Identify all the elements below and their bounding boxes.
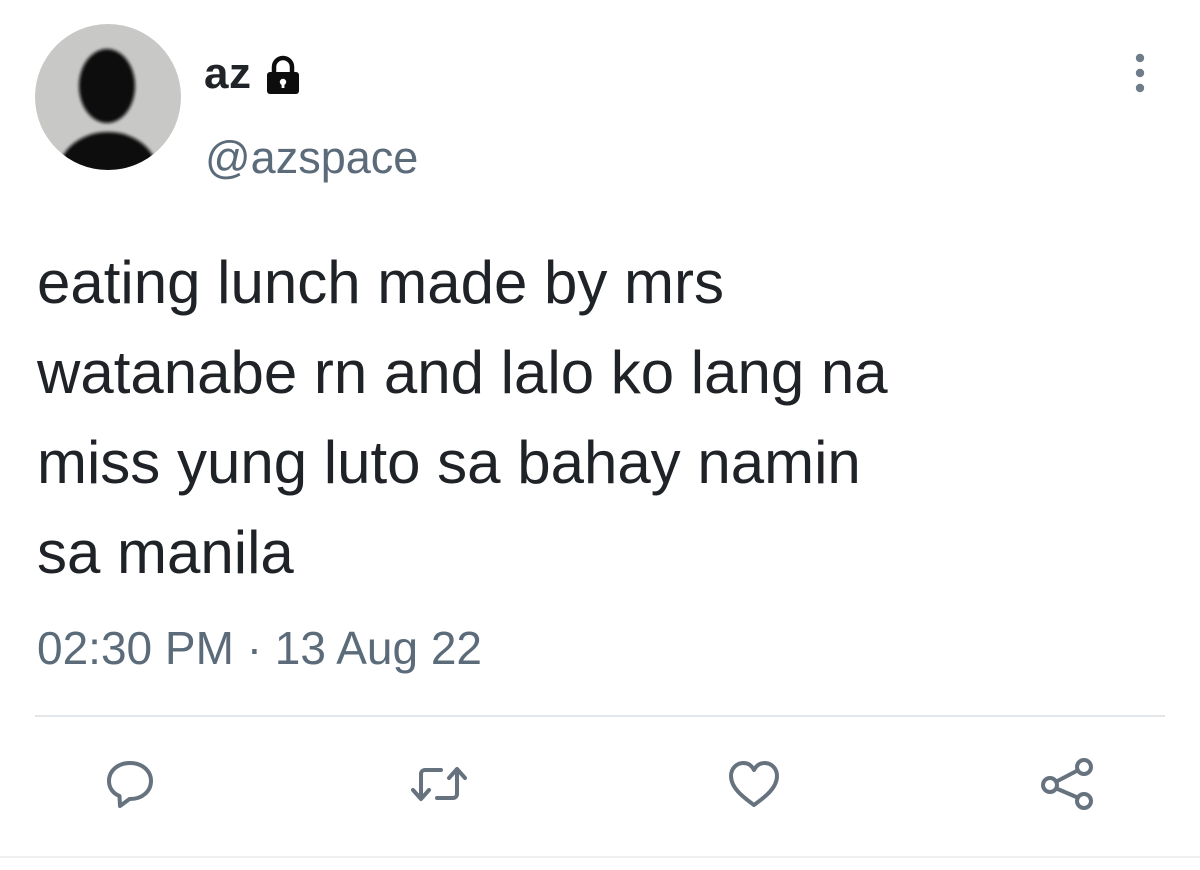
retweet-icon [411,767,467,801]
tweet-text: eating lunch made by mrs watanabe rn and… [37,238,1167,598]
divider [0,856,1200,858]
tweet-date: 13 Aug 22 [274,622,482,674]
timestamp-separator: · [246,622,263,674]
tweet-timestamp[interactable]: 02:30 PM · 13 Aug 22 [37,618,482,678]
default-avatar-icon [58,49,158,170]
user-handle[interactable]: @azspace [205,132,418,184]
lock-icon [261,53,305,97]
avatar[interactable] [35,24,181,170]
share-button[interactable] [1036,752,1100,816]
tweet-text-line: sa manila [37,519,294,586]
like-button[interactable] [722,752,786,816]
tweet-text-line: eating lunch made by mrs [37,249,725,316]
display-name-text: az [204,49,252,98]
tweet-text-line: miss yung luto sa bahay namin [37,429,861,496]
retweet-button[interactable] [407,752,471,816]
share-icon [1041,758,1093,810]
divider [35,715,1165,717]
reply-button[interactable] [98,752,162,816]
comment-icon [107,761,153,808]
display-name[interactable]: az [204,46,305,102]
more-vertical-icon[interactable] [1120,50,1160,96]
heart-icon [729,761,779,807]
tweet-text-line: watanabe rn and lalo ko lang na [37,339,888,406]
tweet-time: 02:30 PM [37,622,234,674]
